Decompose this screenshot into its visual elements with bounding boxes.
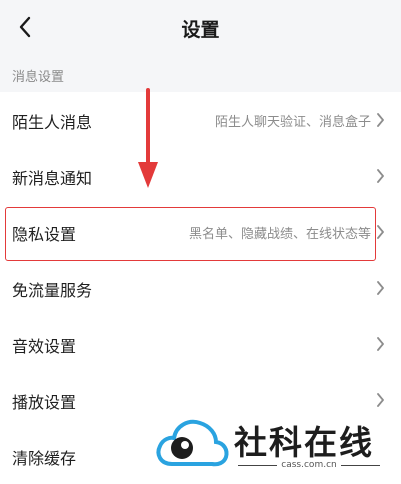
watermark-name: 社科在线 bbox=[234, 423, 374, 462]
setting-value: 陌生人聊天验证、消息盒子 bbox=[214, 115, 371, 130]
chevron-right-icon bbox=[377, 281, 384, 295]
page-title: 设置 bbox=[181, 19, 220, 41]
setting-label: 免流量服务 bbox=[12, 281, 93, 300]
setting-row-free-data-service[interactable]: 免流量服务 bbox=[0, 260, 401, 316]
cloud-logo-icon bbox=[156, 419, 229, 467]
top-bar: 设置 bbox=[0, 0, 401, 54]
setting-label: 清除缓存 bbox=[12, 449, 77, 468]
section-title-message-settings: 消息设置 bbox=[12, 70, 65, 85]
chevron-right-icon bbox=[377, 169, 384, 183]
setting-value: 黑名单、隐藏战绩、在线状态等 bbox=[188, 227, 371, 242]
red-arrow-annotation-icon bbox=[138, 88, 158, 188]
setting-label: 隐私设置 bbox=[12, 225, 77, 244]
setting-label: 播放设置 bbox=[12, 393, 77, 412]
chevron-right-icon bbox=[377, 113, 384, 127]
chevron-right-icon bbox=[377, 225, 384, 239]
watermark: 社科在线 cass.com.cn bbox=[154, 414, 394, 476]
divider bbox=[340, 464, 380, 466]
setting-label: 音效设置 bbox=[12, 337, 77, 356]
chevron-right-icon bbox=[377, 337, 384, 351]
setting-label: 新消息通知 bbox=[12, 169, 93, 188]
setting-row-sound-effects[interactable]: 音效设置 bbox=[0, 316, 401, 372]
setting-row-stranger-messages[interactable]: 陌生人消息 陌生人聊天验证、消息盒子 bbox=[0, 92, 401, 148]
setting-label: 陌生人消息 bbox=[12, 113, 93, 132]
setting-row-new-message-notification[interactable]: 新消息通知 bbox=[0, 148, 401, 204]
setting-row-privacy[interactable]: 隐私设置 黑名单、隐藏战绩、在线状态等 bbox=[0, 204, 401, 260]
chevron-right-icon bbox=[377, 393, 384, 407]
watermark-domain-row: cass.com.cn bbox=[234, 460, 384, 470]
divider bbox=[238, 464, 278, 466]
watermark-domain: cass.com.cn bbox=[281, 460, 337, 470]
